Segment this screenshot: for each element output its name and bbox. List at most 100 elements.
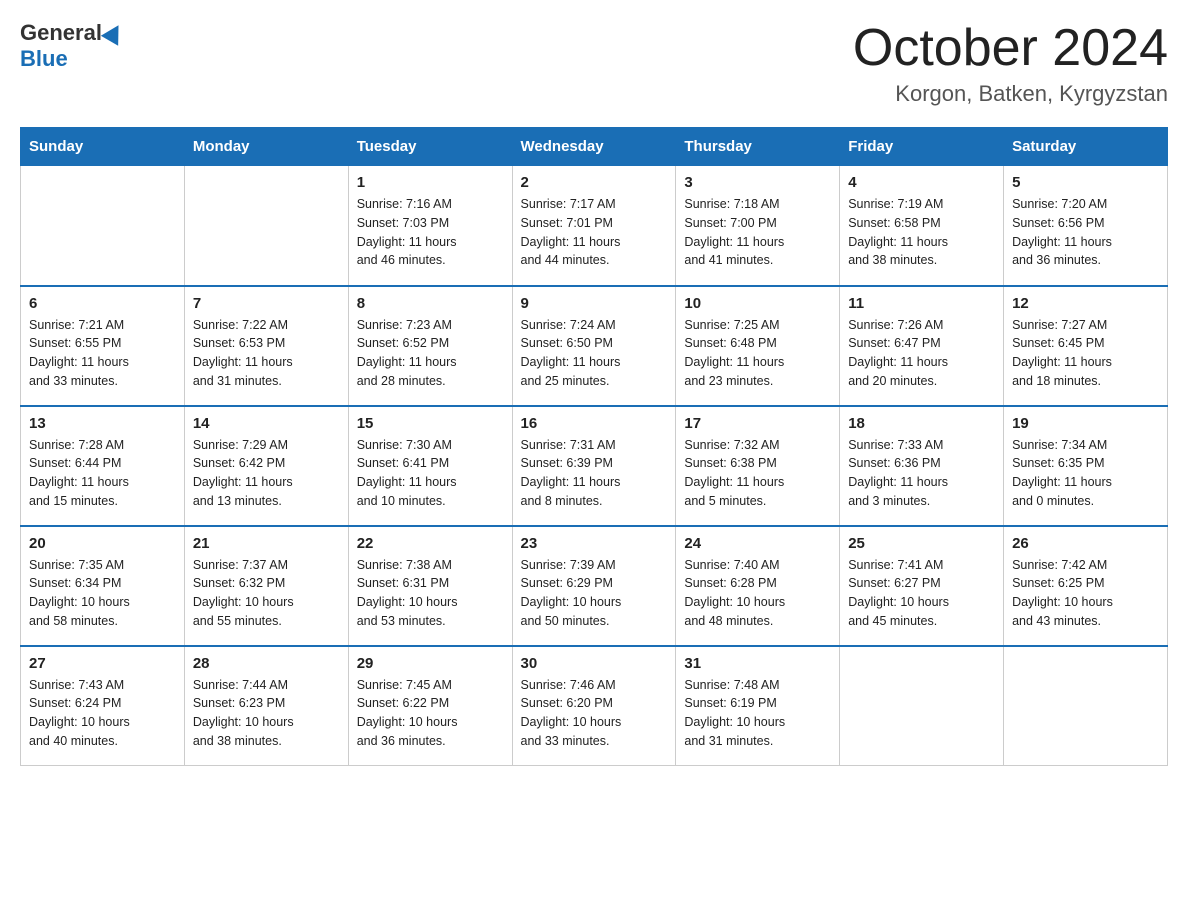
day-number: 16 — [521, 415, 668, 432]
title-area: October 2024 Korgon, Batken, Kyrgyzstan — [853, 20, 1168, 107]
day-number: 21 — [193, 535, 340, 552]
day-number: 29 — [357, 655, 504, 672]
day-number: 9 — [521, 295, 668, 312]
day-number: 12 — [1012, 295, 1159, 312]
logo: General Blue — [20, 20, 124, 72]
header-cell-sunday: Sunday — [21, 128, 185, 166]
day-info: Sunrise: 7:38 AM Sunset: 6:31 PM Dayligh… — [357, 556, 504, 631]
header-cell-thursday: Thursday — [676, 128, 840, 166]
day-cell: 23 Sunrise: 7:39 AM Sunset: 6:29 PM Dayli… — [512, 526, 676, 646]
day-number: 28 — [193, 655, 340, 672]
day-number: 15 — [357, 415, 504, 432]
header-cell-saturday: Saturday — [1004, 128, 1168, 166]
day-info: Sunrise: 7:43 AM Sunset: 6:24 PM Dayligh… — [29, 676, 176, 751]
day-info: Sunrise: 7:17 AM Sunset: 7:01 PM Dayligh… — [521, 195, 668, 270]
day-info: Sunrise: 7:31 AM Sunset: 6:39 PM Dayligh… — [521, 436, 668, 511]
day-info: Sunrise: 7:16 AM Sunset: 7:03 PM Dayligh… — [357, 195, 504, 270]
day-cell: 10 Sunrise: 7:25 AM Sunset: 6:48 PM Dayli… — [676, 286, 840, 406]
day-number: 2 — [521, 174, 668, 191]
header-cell-tuesday: Tuesday — [348, 128, 512, 166]
day-number: 23 — [521, 535, 668, 552]
day-cell: 30Sunrise: 7:46 AM Sunset: 6:20 PM Dayli… — [512, 646, 676, 766]
day-number: 26 — [1012, 535, 1159, 552]
logo-blue-text: Blue — [20, 46, 68, 72]
day-info: Sunrise: 7:39 AM Sunset: 6:29 PM Dayligh… — [521, 556, 668, 631]
day-cell: 2 Sunrise: 7:17 AM Sunset: 7:01 PM Daylig… — [512, 166, 676, 286]
day-info: Sunrise: 7:23 AM Sunset: 6:52 PM Dayligh… — [357, 316, 504, 391]
day-info: Sunrise: 7:29 AM Sunset: 6:42 PM Dayligh… — [193, 436, 340, 511]
day-number: 5 — [1012, 174, 1159, 191]
day-cell: 5 Sunrise: 7:20 AM Sunset: 6:56 PM Daylig… — [1004, 166, 1168, 286]
day-number: 25 — [848, 535, 995, 552]
day-cell: 18 Sunrise: 7:33 AM Sunset: 6:36 PM Dayli… — [840, 406, 1004, 526]
day-info: Sunrise: 7:30 AM Sunset: 6:41 PM Dayligh… — [357, 436, 504, 511]
day-number: 13 — [29, 415, 176, 432]
day-info: Sunrise: 7:37 AM Sunset: 6:32 PM Dayligh… — [193, 556, 340, 631]
day-info: Sunrise: 7:35 AM Sunset: 6:34 PM Dayligh… — [29, 556, 176, 631]
header-cell-friday: Friday — [840, 128, 1004, 166]
day-info: Sunrise: 7:48 AM Sunset: 6:19 PM Dayligh… — [684, 676, 831, 751]
day-number: 14 — [193, 415, 340, 432]
day-number: 4 — [848, 174, 995, 191]
day-cell: 21 Sunrise: 7:37 AM Sunset: 6:32 PM Dayli… — [184, 526, 348, 646]
week-row-4: 20Sunrise: 7:35 AM Sunset: 6:34 PM Dayli… — [21, 526, 1168, 646]
day-number: 10 — [684, 295, 831, 312]
day-cell: 12 Sunrise: 7:27 AM Sunset: 6:45 PM Dayli… — [1004, 286, 1168, 406]
calendar-header: SundayMondayTuesdayWednesdayThursdayFrid… — [21, 128, 1168, 166]
day-info: Sunrise: 7:26 AM Sunset: 6:47 PM Dayligh… — [848, 316, 995, 391]
day-info: Sunrise: 7:45 AM Sunset: 6:22 PM Dayligh… — [357, 676, 504, 751]
day-info: Sunrise: 7:42 AM Sunset: 6:25 PM Dayligh… — [1012, 556, 1159, 631]
header-cell-monday: Monday — [184, 128, 348, 166]
day-number: 24 — [684, 535, 831, 552]
header-cell-wednesday: Wednesday — [512, 128, 676, 166]
day-cell: 22Sunrise: 7:38 AM Sunset: 6:31 PM Dayli… — [348, 526, 512, 646]
day-info: Sunrise: 7:20 AM Sunset: 6:56 PM Dayligh… — [1012, 195, 1159, 270]
day-cell: 9 Sunrise: 7:24 AM Sunset: 6:50 PM Daylig… — [512, 286, 676, 406]
day-cell — [840, 646, 1004, 766]
day-cell: 20Sunrise: 7:35 AM Sunset: 6:34 PM Dayli… — [21, 526, 185, 646]
day-cell: 15 Sunrise: 7:30 AM Sunset: 6:41 PM Dayli… — [348, 406, 512, 526]
day-info: Sunrise: 7:32 AM Sunset: 6:38 PM Dayligh… — [684, 436, 831, 511]
day-cell: 1Sunrise: 7:16 AM Sunset: 7:03 PM Daylig… — [348, 166, 512, 286]
day-number: 3 — [684, 174, 831, 191]
day-info: Sunrise: 7:41 AM Sunset: 6:27 PM Dayligh… — [848, 556, 995, 631]
day-info: Sunrise: 7:46 AM Sunset: 6:20 PM Dayligh… — [521, 676, 668, 751]
header: General Blue October 2024 Korgon, Batken… — [20, 20, 1168, 107]
week-row-1: 1Sunrise: 7:16 AM Sunset: 7:03 PM Daylig… — [21, 166, 1168, 286]
day-number: 19 — [1012, 415, 1159, 432]
day-number: 7 — [193, 295, 340, 312]
day-cell: 19 Sunrise: 7:34 AM Sunset: 6:35 PM Dayli… — [1004, 406, 1168, 526]
day-info: Sunrise: 7:44 AM Sunset: 6:23 PM Dayligh… — [193, 676, 340, 751]
day-number: 18 — [848, 415, 995, 432]
day-cell: 14 Sunrise: 7:29 AM Sunset: 6:42 PM Dayli… — [184, 406, 348, 526]
day-cell: 17 Sunrise: 7:32 AM Sunset: 6:38 PM Dayli… — [676, 406, 840, 526]
day-cell: 29 Sunrise: 7:45 AM Sunset: 6:22 PM Dayli… — [348, 646, 512, 766]
day-cell — [21, 166, 185, 286]
day-info: Sunrise: 7:34 AM Sunset: 6:35 PM Dayligh… — [1012, 436, 1159, 511]
day-cell: 26 Sunrise: 7:42 AM Sunset: 6:25 PM Dayli… — [1004, 526, 1168, 646]
day-cell — [184, 166, 348, 286]
day-info: Sunrise: 7:27 AM Sunset: 6:45 PM Dayligh… — [1012, 316, 1159, 391]
day-number: 17 — [684, 415, 831, 432]
day-cell: 4Sunrise: 7:19 AM Sunset: 6:58 PM Daylig… — [840, 166, 1004, 286]
day-cell: 24Sunrise: 7:40 AM Sunset: 6:28 PM Dayli… — [676, 526, 840, 646]
day-info: Sunrise: 7:28 AM Sunset: 6:44 PM Dayligh… — [29, 436, 176, 511]
day-number: 8 — [357, 295, 504, 312]
calendar-subtitle: Korgon, Batken, Kyrgyzstan — [853, 81, 1168, 107]
day-info: Sunrise: 7:24 AM Sunset: 6:50 PM Dayligh… — [521, 316, 668, 391]
header-row: SundayMondayTuesdayWednesdayThursdayFrid… — [21, 128, 1168, 166]
day-cell: 28 Sunrise: 7:44 AM Sunset: 6:23 PM Dayli… — [184, 646, 348, 766]
day-cell: 16 Sunrise: 7:31 AM Sunset: 6:39 PM Dayli… — [512, 406, 676, 526]
day-info: Sunrise: 7:21 AM Sunset: 6:55 PM Dayligh… — [29, 316, 176, 391]
week-row-2: 6Sunrise: 7:21 AM Sunset: 6:55 PM Daylig… — [21, 286, 1168, 406]
day-info: Sunrise: 7:25 AM Sunset: 6:48 PM Dayligh… — [684, 316, 831, 391]
calendar-table: SundayMondayTuesdayWednesdayThursdayFrid… — [20, 127, 1168, 766]
week-row-5: 27 Sunrise: 7:43 AM Sunset: 6:24 PM Dayli… — [21, 646, 1168, 766]
day-cell: 13 Sunrise: 7:28 AM Sunset: 6:44 PM Dayli… — [21, 406, 185, 526]
day-number: 27 — [29, 655, 176, 672]
day-info: Sunrise: 7:22 AM Sunset: 6:53 PM Dayligh… — [193, 316, 340, 391]
day-cell: 25 Sunrise: 7:41 AM Sunset: 6:27 PM Dayli… — [840, 526, 1004, 646]
day-info: Sunrise: 7:33 AM Sunset: 6:36 PM Dayligh… — [848, 436, 995, 511]
logo-triangle-icon — [101, 20, 127, 46]
day-number: 11 — [848, 295, 995, 312]
